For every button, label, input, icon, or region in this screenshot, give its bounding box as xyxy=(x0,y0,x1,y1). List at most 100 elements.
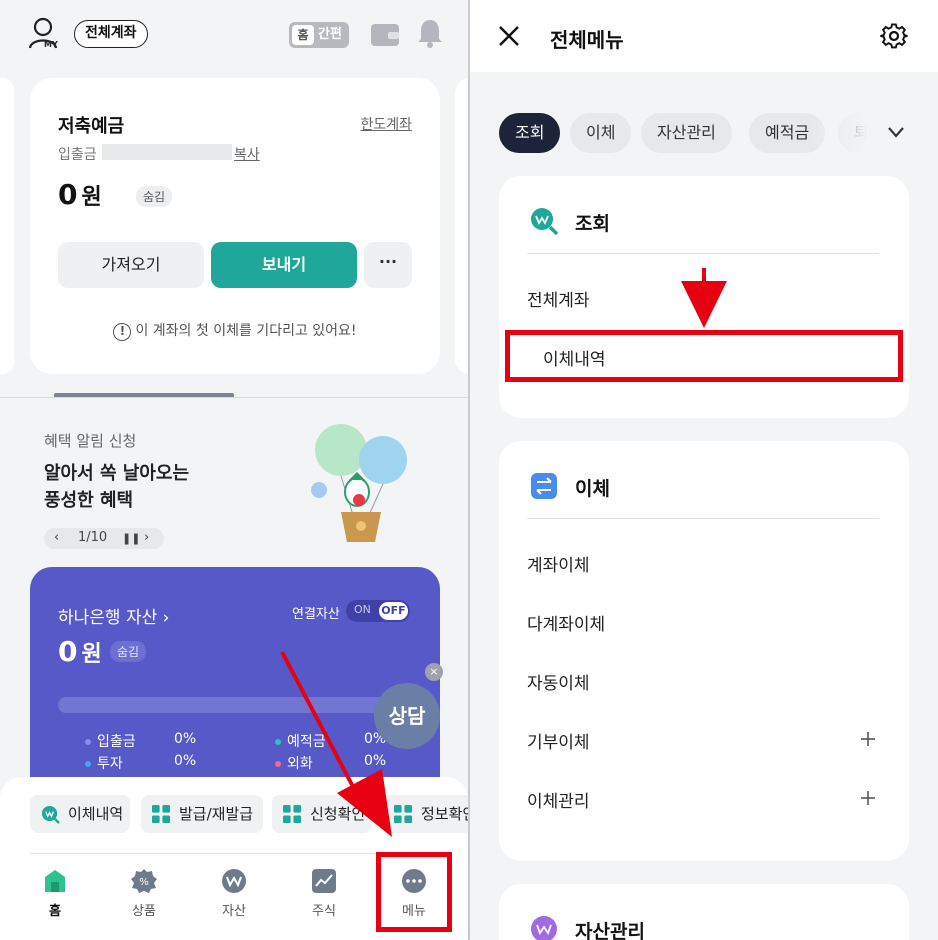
next-account-card[interactable] xyxy=(455,78,468,374)
product-icon: % xyxy=(131,869,157,893)
home-screen: MY 전체계좌 홈 간편 저축예금 한도계좌 입출금 복사 0원 숨김 가져오기… xyxy=(0,0,468,940)
menu-item-donation-transfer[interactable]: 기부이체 xyxy=(527,728,590,753)
account-card[interactable]: 저축예금 한도계좌 입출금 복사 0원 숨김 가져오기 보내기 ··· ! 이 계… xyxy=(30,78,440,374)
wallet-icon[interactable] xyxy=(370,20,400,48)
legend-dot xyxy=(275,739,281,745)
tab-stocks[interactable]: 주식 xyxy=(294,867,354,919)
grid-icon xyxy=(283,805,302,824)
grid-icon xyxy=(152,805,171,824)
gear-icon[interactable] xyxy=(880,22,908,50)
legend-pct: 0% xyxy=(174,731,197,747)
section-transfer: 이체 계좌이체 다계좌이체 자동이체 기부이체 이체관리 xyxy=(499,441,909,861)
tab-label: 홈 xyxy=(49,904,61,919)
svg-text:%: % xyxy=(139,877,149,888)
section-asset-management: 자산관리 xyxy=(499,884,909,940)
menu-item-all-accounts[interactable]: 전체계좌 xyxy=(527,286,590,311)
legend-pct: 0% xyxy=(364,753,387,769)
notice-text: 이 계좌의 첫 이체를 기다리고 있어요! xyxy=(135,323,357,339)
asset-title[interactable]: 하나은행 자산 › xyxy=(58,603,169,628)
consult-close-icon[interactable]: × xyxy=(425,663,443,681)
toggle-off-label: OFF xyxy=(379,602,408,620)
legend-pct: 0% xyxy=(174,753,197,769)
tab-home[interactable]: 홈 xyxy=(25,867,85,919)
pager-next-icon[interactable]: › xyxy=(144,530,149,545)
more-options-button[interactable]: ··· xyxy=(364,242,412,288)
home-icon xyxy=(45,870,65,892)
category-tab-transfer[interactable]: 이체 xyxy=(570,113,632,153)
pager-count: 1/10 xyxy=(78,530,108,545)
tab-label: 자산 xyxy=(222,904,246,919)
quick-chip-issue[interactable]: 발급/재발급 xyxy=(141,795,263,833)
copy-account-link[interactable]: 복사 xyxy=(234,144,260,164)
balance-currency: 원 xyxy=(81,185,102,210)
quick-chip-application[interactable]: 신청확인 xyxy=(272,795,372,833)
tab-assets[interactable]: 자산 xyxy=(204,867,264,919)
chip-label: 정보확인 xyxy=(421,805,468,823)
legend-item: 투자 0% xyxy=(85,753,196,773)
category-tab-inquiry[interactable]: 조회 xyxy=(499,113,561,153)
top-bar: MY 전체계좌 홈 간편 xyxy=(0,0,468,70)
promo-title[interactable]: 알아서 쏙 날아오는 풍성한 혜택 xyxy=(44,460,189,514)
section-title: 이체 xyxy=(575,478,610,500)
hide-balance-badge[interactable]: 숨김 xyxy=(136,186,173,207)
menu-item-account-transfer[interactable]: 계좌이체 xyxy=(527,551,590,576)
quick-chip-info[interactable]: 정보확인 xyxy=(383,795,468,833)
chip-label: 신청확인 xyxy=(310,805,366,823)
highlight-transfer-history xyxy=(505,330,903,382)
section-divider xyxy=(0,397,468,398)
linked-assets-toggle[interactable]: ON OFF xyxy=(346,600,410,622)
limit-account-link[interactable]: 한도계좌 xyxy=(360,114,412,134)
consult-button[interactable]: 상담 xyxy=(374,683,440,749)
home-simple-toggle[interactable]: 홈 간편 xyxy=(289,22,349,48)
send-money-button[interactable]: 보내기 xyxy=(211,242,357,288)
section-title: 조회 xyxy=(575,213,610,235)
menu-header: 전체메뉴 xyxy=(470,0,938,72)
bell-icon[interactable] xyxy=(416,18,444,48)
tab-products[interactable]: % 상품 xyxy=(114,867,174,919)
expand-plus-icon[interactable] xyxy=(859,789,877,807)
toggle-on-label: ON xyxy=(354,603,371,616)
first-transfer-notice: ! 이 계좌의 첫 이체를 기다리고 있어요! xyxy=(30,320,440,341)
simple-toggle-label: 간편 xyxy=(318,27,342,42)
section-divider xyxy=(527,518,879,519)
search-won-icon xyxy=(41,805,60,824)
legend-label: 예적금 xyxy=(287,734,326,750)
get-money-button[interactable]: 가져오기 xyxy=(58,242,204,288)
tab-label: 주식 xyxy=(312,904,336,919)
chip-label: 이체내역 xyxy=(68,805,124,823)
close-icon[interactable] xyxy=(498,25,520,47)
search-won-icon xyxy=(531,208,559,236)
grid-icon xyxy=(394,805,413,824)
linked-assets-label: 연결자산 xyxy=(292,607,340,622)
quick-chip-transfer-history[interactable]: 이체내역 xyxy=(30,795,130,833)
asset-ratio-bar xyxy=(58,697,408,713)
account-type: 입출금 xyxy=(58,147,97,163)
all-accounts-button[interactable]: 전체계좌 xyxy=(74,20,148,48)
chevron-down-icon[interactable] xyxy=(886,121,906,143)
menu-item-transfer-management[interactable]: 이체관리 xyxy=(527,787,590,812)
pager-prev-icon[interactable]: ‹ xyxy=(54,530,59,545)
category-tab-asset[interactable]: 자산관리 xyxy=(641,113,732,153)
info-icon: ! xyxy=(113,323,132,341)
section-divider xyxy=(527,253,879,254)
legend-item: 입출금 0% xyxy=(85,731,196,751)
promo-title-line1: 알아서 쏙 날아오는 xyxy=(44,463,190,484)
menu-item-auto-transfer[interactable]: 자동이체 xyxy=(527,669,590,694)
asset-balance: 0원 xyxy=(58,635,102,668)
pager-pause-icon[interactable]: ❚❚ xyxy=(122,532,140,545)
balance-value: 0 xyxy=(58,178,78,211)
menu-item-multi-transfer[interactable]: 다계좌이체 xyxy=(527,610,605,635)
hide-asset-badge[interactable]: 숨김 xyxy=(110,641,147,662)
balloons-illustration xyxy=(311,424,407,542)
account-title: 저축예금 xyxy=(58,116,125,137)
legend-dot xyxy=(85,739,91,745)
chip-label: 발급/재발급 xyxy=(179,805,254,823)
expand-plus-icon[interactable] xyxy=(859,730,877,748)
legend-item: 예적금 0% xyxy=(275,731,386,751)
menu-title: 전체메뉴 xyxy=(550,28,624,52)
prev-account-card[interactable] xyxy=(0,78,14,374)
promo-title-line2: 풍성한 혜택 xyxy=(44,490,134,511)
account-number-masked xyxy=(102,144,232,160)
tab-label: 상품 xyxy=(132,904,156,919)
legend-label: 입출금 xyxy=(97,734,136,750)
